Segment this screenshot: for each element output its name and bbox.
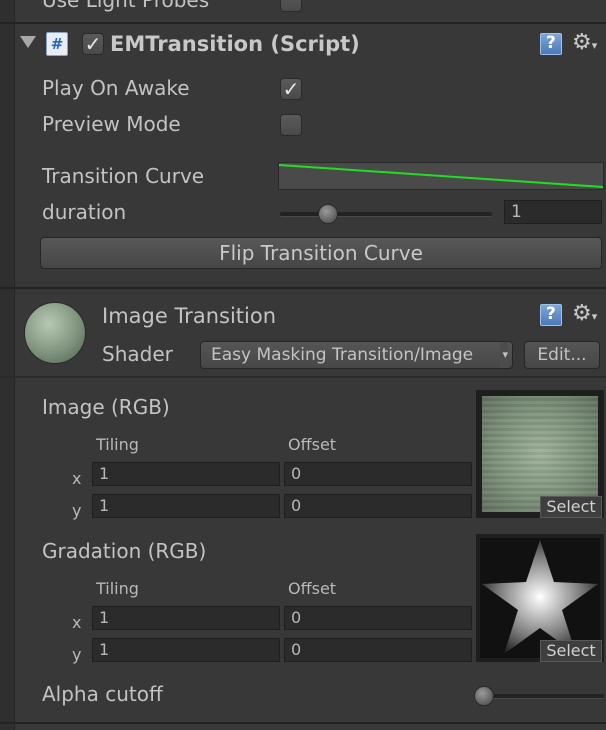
separator bbox=[0, 287, 606, 289]
image-tiling-x-input[interactable]: 1 bbox=[92, 462, 280, 486]
image-offset-x-input[interactable]: 0 bbox=[284, 462, 472, 486]
foldout-arrow-icon[interactable] bbox=[20, 36, 36, 48]
duration-input[interactable]: 1 bbox=[504, 200, 602, 224]
gradation-select-button[interactable]: Select bbox=[540, 640, 602, 662]
use-light-probes-label: Use Light Probes bbox=[42, 0, 210, 12]
use-light-probes-checkbox[interactable] bbox=[280, 0, 302, 12]
image-offset-y-input[interactable]: 0 bbox=[284, 494, 472, 518]
transition-curve-label: Transition Curve bbox=[42, 164, 205, 188]
edit-shader-button[interactable]: Edit... bbox=[524, 341, 600, 369]
gradation-offset-x-input[interactable]: 0 bbox=[284, 606, 472, 630]
flip-transition-curve-button[interactable]: Flip Transition Curve bbox=[40, 237, 602, 269]
curve-line bbox=[279, 164, 603, 188]
image-y-label: y bbox=[72, 501, 82, 520]
left-gutter bbox=[0, 0, 15, 730]
alpha-cutoff-slider-track[interactable] bbox=[478, 694, 604, 699]
material-preview-icon bbox=[24, 302, 86, 364]
help-icon[interactable] bbox=[540, 33, 562, 55]
help-icon[interactable] bbox=[540, 304, 562, 326]
shader-label: Shader bbox=[102, 342, 173, 366]
gradation-offset-y-input[interactable]: 0 bbox=[284, 638, 472, 662]
gradation-offset-label: Offset bbox=[288, 579, 337, 598]
preview-mode-checkbox[interactable] bbox=[280, 114, 302, 136]
alpha-cutoff-label: Alpha cutoff bbox=[42, 682, 163, 706]
gradation-x-label: x bbox=[72, 613, 82, 632]
image-tiling-y-input[interactable]: 1 bbox=[92, 494, 280, 518]
preview-mode-label: Preview Mode bbox=[42, 112, 181, 136]
gradation-y-label: y bbox=[72, 645, 82, 664]
image-offset-label: Offset bbox=[288, 435, 337, 454]
image-texture-preview bbox=[482, 396, 598, 512]
gradation-tiling-y-input[interactable]: 1 bbox=[92, 638, 280, 662]
duration-slider-track[interactable] bbox=[280, 212, 492, 217]
gradation-tiling-x-input[interactable]: 1 bbox=[92, 606, 280, 630]
component-title: EMTransition (Script) bbox=[110, 32, 360, 56]
image-texture-slot[interactable]: Select bbox=[476, 390, 604, 518]
script-icon: # bbox=[46, 32, 68, 56]
alpha-cutoff-slider-thumb[interactable] bbox=[474, 686, 494, 706]
image-tiling-label: Tiling bbox=[96, 435, 139, 454]
gear-icon[interactable]: ⚙▾ bbox=[572, 302, 602, 326]
play-on-awake-checkbox[interactable]: ✓ bbox=[280, 78, 302, 100]
image-select-button[interactable]: Select bbox=[540, 496, 602, 518]
separator bbox=[0, 22, 606, 24]
gradation-rgb-label: Gradation (RGB) bbox=[42, 539, 207, 563]
image-x-label: x bbox=[72, 469, 82, 488]
transition-curve-field[interactable] bbox=[278, 162, 604, 190]
gradation-texture-slot[interactable]: Select bbox=[476, 534, 604, 662]
play-on-awake-label: Play On Awake bbox=[42, 76, 190, 100]
duration-label: duration bbox=[42, 200, 127, 224]
shader-value: Easy Masking Transition/Image bbox=[211, 345, 474, 365]
curve-graph bbox=[279, 164, 603, 188]
separator bbox=[0, 376, 606, 378]
image-rgb-label: Image (RGB) bbox=[42, 395, 170, 419]
gear-icon[interactable]: ⚙▾ bbox=[572, 31, 602, 55]
shader-dropdown[interactable]: Easy Masking Transition/Image ▾ bbox=[200, 341, 513, 369]
duration-slider-thumb[interactable] bbox=[318, 204, 339, 224]
component-enabled-checkbox[interactable]: ✓ bbox=[82, 33, 104, 55]
gradation-tiling-label: Tiling bbox=[96, 579, 139, 598]
material-title: Image Transition bbox=[102, 304, 276, 328]
separator bbox=[0, 722, 606, 724]
chevron-down-icon: ▾ bbox=[500, 342, 508, 368]
